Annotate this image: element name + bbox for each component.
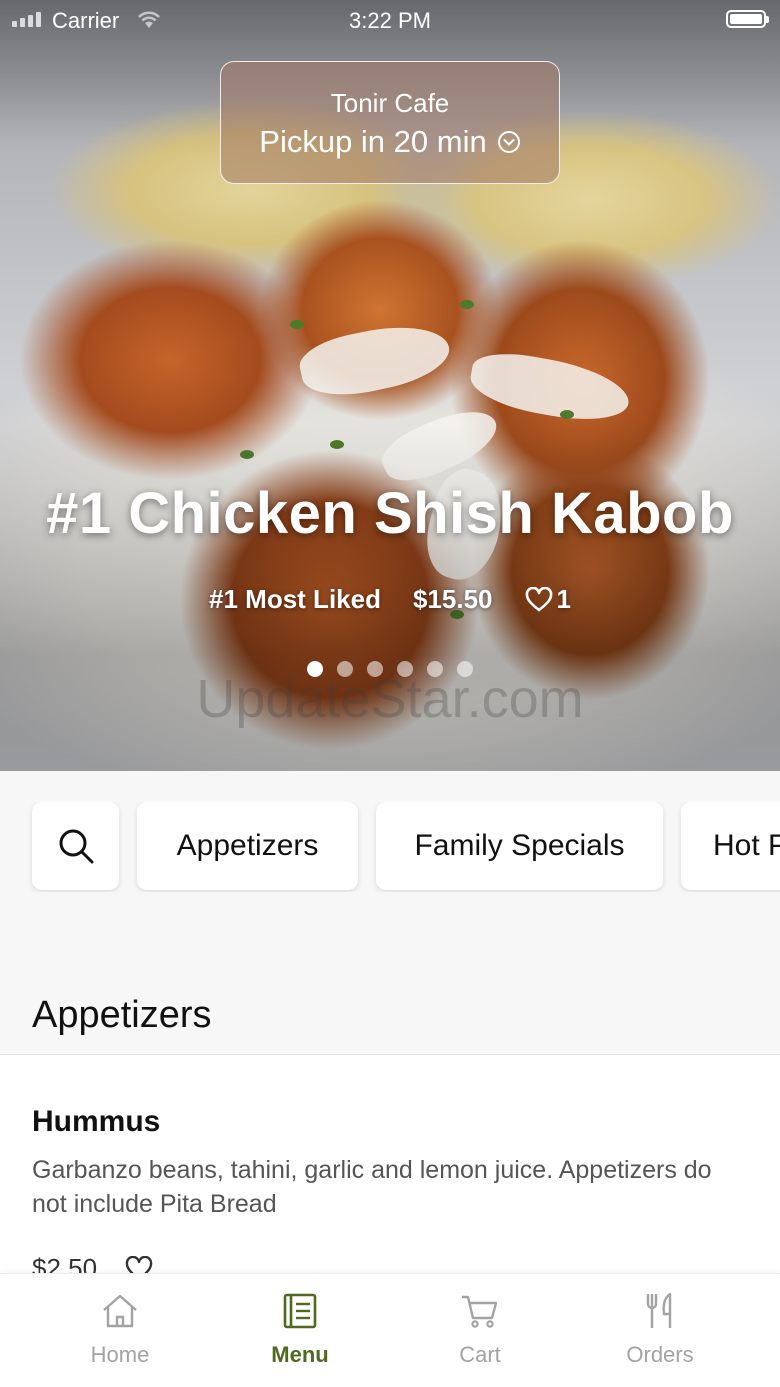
tab-cart[interactable]: Cart bbox=[390, 1290, 570, 1368]
tab-orders[interactable]: Orders bbox=[570, 1290, 750, 1368]
pickup-time-label: Pickup in 20 min bbox=[259, 124, 487, 159]
like-count: 1 bbox=[556, 584, 571, 614]
menu-item-description: Garbanzo beans, tahini, garlic and lemon… bbox=[32, 1156, 712, 1218]
tab-orders-label: Orders bbox=[626, 1342, 694, 1367]
chevron-down-circle-icon bbox=[497, 131, 520, 153]
featured-like-button[interactable]: 1 bbox=[525, 584, 571, 615]
featured-dish-title: #1 Chicken Shish Kabob bbox=[46, 481, 734, 546]
category-chip-hot-plates[interactable]: Hot Plates bbox=[681, 802, 780, 890]
carousel-dot[interactable] bbox=[427, 661, 443, 677]
restaurant-name: Tonir Cafe bbox=[330, 88, 450, 118]
carousel-dot[interactable] bbox=[337, 661, 353, 677]
fork-knife-icon bbox=[646, 1292, 672, 1328]
status-bar: Carrier 3:22 PM bbox=[0, 0, 780, 40]
search-icon bbox=[59, 829, 93, 864]
category-chip-appetizers[interactable]: Appetizers bbox=[137, 802, 358, 890]
bottom-tab-bar: Home Menu Cart Orders bbox=[0, 1273, 780, 1387]
pickup-selector[interactable]: Tonir Cafe Pickup in 20 min bbox=[220, 61, 560, 184]
category-chip-family-specials[interactable]: Family Specials bbox=[376, 802, 663, 890]
featured-price: $15.50 bbox=[412, 584, 493, 614]
carousel-dots[interactable] bbox=[0, 661, 780, 677]
carousel-dot[interactable] bbox=[457, 661, 473, 677]
tab-menu[interactable]: Menu bbox=[210, 1290, 390, 1368]
menu-item-name: Hummus bbox=[32, 1105, 161, 1138]
featured-dish-meta: #1 Most Liked $15.50 1 bbox=[0, 584, 780, 615]
section-title: Appetizers bbox=[32, 994, 212, 1036]
status-time: 3:22 PM bbox=[349, 8, 431, 33]
battery-icon bbox=[726, 10, 769, 28]
watermark-text: UpdateStar.com bbox=[196, 669, 584, 729]
most-liked-badge: #1 Most Liked bbox=[209, 584, 381, 614]
carousel-dot[interactable] bbox=[397, 661, 413, 677]
category-bar: Appetizers Family Specials Hot Plates bbox=[0, 802, 780, 892]
carousel-dot[interactable] bbox=[307, 661, 323, 677]
pickup-time: Pickup in 20 min bbox=[221, 124, 559, 160]
tab-home[interactable]: Home bbox=[30, 1290, 210, 1368]
heart-icon bbox=[525, 586, 552, 611]
cart-icon bbox=[462, 1295, 498, 1328]
search-button[interactable] bbox=[32, 802, 119, 890]
home-icon bbox=[103, 1294, 137, 1328]
tab-cart-label: Cart bbox=[459, 1342, 501, 1367]
carousel-dot[interactable] bbox=[367, 661, 383, 677]
tab-menu-label: Menu bbox=[271, 1342, 329, 1367]
menu-book-icon bbox=[283, 1293, 317, 1329]
tab-home-label: Home bbox=[90, 1342, 150, 1367]
